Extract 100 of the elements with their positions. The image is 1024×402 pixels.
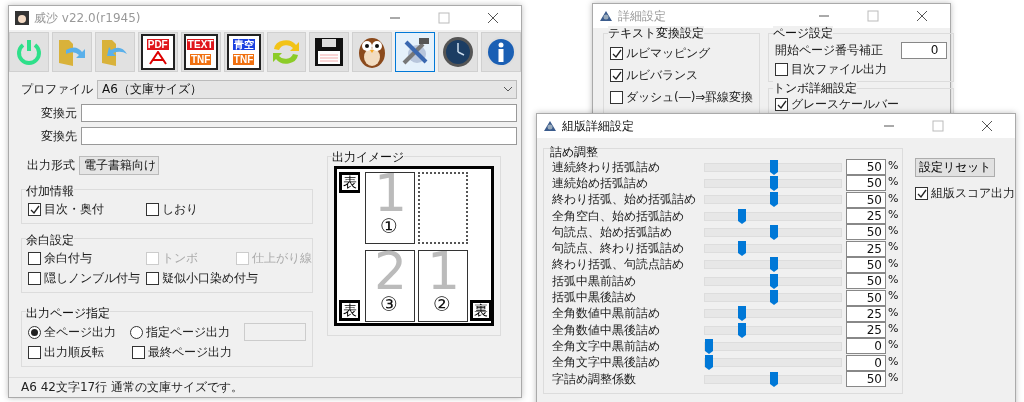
checkbox[interactable] xyxy=(610,47,623,60)
slider-track[interactable] xyxy=(704,276,842,286)
slider-thumb[interactable] xyxy=(770,290,778,305)
checkbox[interactable] xyxy=(610,91,623,104)
value-field[interactable]: 0 xyxy=(846,354,886,371)
checkbox[interactable] xyxy=(132,346,145,359)
input-field[interactable] xyxy=(81,127,517,145)
slider-thumb[interactable] xyxy=(737,306,746,322)
checkbox-label: 目次・奥付 xyxy=(44,201,104,218)
checkbox[interactable] xyxy=(28,346,41,359)
slider-track[interactable] xyxy=(704,325,842,335)
slider-thumb[interactable] xyxy=(770,192,778,208)
slider-thumb[interactable] xyxy=(770,371,778,387)
radio-button[interactable] xyxy=(28,325,41,339)
close-icon[interactable] xyxy=(487,12,499,24)
slider-thumb[interactable] xyxy=(770,175,778,191)
unit-label: % xyxy=(888,256,899,270)
checkbox[interactable] xyxy=(28,272,41,285)
field-label: 開始ページ番号補正 xyxy=(775,42,884,59)
status-text: A6 42文字17行 通常の文庫サイズです。 xyxy=(21,379,243,396)
value-field[interactable]: 50 xyxy=(846,175,886,192)
value-field[interactable]: 50 xyxy=(846,159,886,176)
slider-thumb[interactable] xyxy=(770,159,778,175)
checkbox[interactable] xyxy=(146,272,159,285)
checkbox[interactable] xyxy=(146,203,159,216)
profile-dropdown[interactable]: A6（文庫サイズ） xyxy=(97,80,517,99)
group-title: テキスト変換設定 xyxy=(608,26,704,40)
group-title: 出力ページ指定 xyxy=(26,306,110,320)
slider-label: 連続終わり括弧詰め xyxy=(552,158,661,176)
slider-label: 連続始め括弧詰め xyxy=(552,174,649,192)
checkbox[interactable] xyxy=(775,98,789,111)
toolbar-button[interactable] xyxy=(395,32,436,72)
group-title: ページ設定 xyxy=(773,26,834,40)
toolbar-button[interactable]: TEXT TNF xyxy=(180,32,221,72)
slider-label: 全角空白、始め括弧詰め xyxy=(552,207,685,225)
slider-label: 句読点、終わり括弧詰め xyxy=(552,240,685,258)
page-order: ③ xyxy=(380,293,398,315)
value-field[interactable]: 25 xyxy=(846,240,886,257)
slider-track[interactable] xyxy=(704,211,842,221)
slider-track[interactable] xyxy=(704,227,842,237)
unit-label: % xyxy=(888,305,899,319)
empty-page-outline xyxy=(418,172,468,244)
icon-label: TEXT xyxy=(186,39,215,50)
slider-track[interactable] xyxy=(704,293,842,302)
checkbox[interactable] xyxy=(775,63,789,76)
value-field[interactable]: 0 xyxy=(846,338,886,355)
slider-label: 括弧中黒後詰め xyxy=(552,289,637,307)
group-title: 出力イメージ xyxy=(332,150,404,164)
slider-track[interactable] xyxy=(704,358,842,368)
slider-track[interactable] xyxy=(704,374,842,384)
slider-track[interactable] xyxy=(704,341,842,351)
group-title: 付加情報 xyxy=(26,184,74,198)
value-field[interactable]: 50 xyxy=(846,224,886,241)
input-field[interactable] xyxy=(81,104,517,122)
value-field[interactable]: 25 xyxy=(846,208,886,225)
slider-track[interactable] xyxy=(704,178,842,188)
checkbox-label: グレースケールバー xyxy=(791,96,900,113)
toolbar-button[interactable]: 青空 TNF xyxy=(223,32,264,72)
slider-label: 全角数値中黒前詰め xyxy=(552,305,661,323)
close-icon[interactable] xyxy=(916,10,928,22)
value-field[interactable]: 25 xyxy=(846,322,886,339)
slider-thumb[interactable] xyxy=(705,355,713,371)
close-icon[interactable] xyxy=(981,120,993,132)
toolbar-button[interactable]: PDF xyxy=(137,32,178,72)
slider-track[interactable] xyxy=(704,195,842,205)
checkbox-label: 出力順反転 xyxy=(44,344,104,361)
clock-icon xyxy=(442,36,475,68)
number-field[interactable]: 0 xyxy=(901,42,948,59)
icon-label: TNF xyxy=(189,54,212,65)
slider-track[interactable] xyxy=(704,260,842,270)
slider-thumb[interactable] xyxy=(770,273,778,289)
radio-button[interactable] xyxy=(130,325,143,339)
acrobat-mark-icon xyxy=(147,51,168,65)
group-title: トンボ詳細設定 xyxy=(773,81,858,95)
checkbox[interactable] xyxy=(28,203,41,216)
slider-thumb[interactable] xyxy=(737,241,746,257)
icon-label: TNF xyxy=(232,54,255,65)
value-field[interactable]: 50 xyxy=(846,273,886,290)
app-icon xyxy=(15,11,29,25)
slider-thumb[interactable] xyxy=(737,322,746,338)
value-field[interactable]: 50 xyxy=(846,289,886,306)
slider-track[interactable] xyxy=(704,244,842,254)
checkbox[interactable] xyxy=(28,252,41,265)
slider-thumb[interactable] xyxy=(705,338,713,354)
slider-track[interactable] xyxy=(704,162,842,172)
value-field[interactable]: 50 xyxy=(846,371,886,387)
format-dropdown[interactable]: 電子書籍向け xyxy=(79,156,159,175)
checkbox[interactable] xyxy=(915,187,929,200)
slider-thumb[interactable] xyxy=(770,257,778,273)
slider-thumb[interactable] xyxy=(770,224,778,240)
reset-button[interactable]: 設定リセット xyxy=(915,158,996,177)
window-title: 威沙 v22.0(r1945) xyxy=(34,9,142,27)
unit-label: % xyxy=(888,191,899,205)
slider-track[interactable] xyxy=(704,309,842,319)
slider-label: 終わり括弧、句読点詰め xyxy=(552,256,685,274)
value-field[interactable]: 50 xyxy=(846,191,886,208)
checkbox[interactable] xyxy=(610,69,623,82)
unit-label: % xyxy=(888,370,899,384)
slider-thumb[interactable] xyxy=(737,208,746,224)
checkbox-label: 隠しノンブル付与 xyxy=(44,270,140,287)
